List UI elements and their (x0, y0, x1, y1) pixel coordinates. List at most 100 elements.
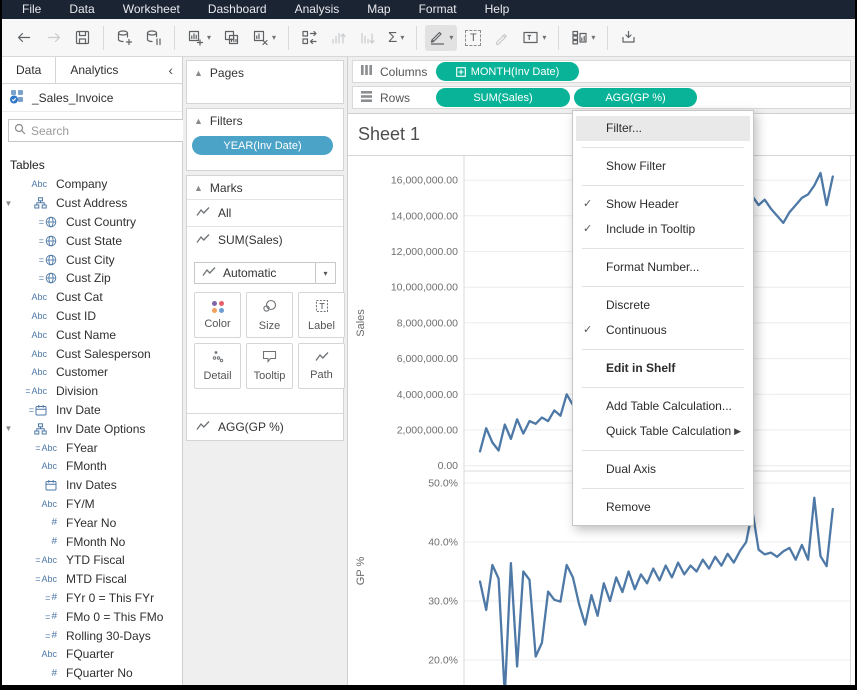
totals-icon[interactable]: Σ▾ (384, 25, 408, 51)
highlight-icon[interactable]: ▾ (425, 25, 457, 51)
context-menu-item-format-number[interactable]: Format Number... (576, 255, 750, 280)
field-customer[interactable]: AbcCustomer (2, 363, 182, 382)
path-button[interactable]: Path (298, 343, 345, 389)
field-cust-address[interactable]: ▼Cust Address (2, 194, 182, 213)
swap-rows-columns-icon[interactable] (297, 25, 322, 51)
context-menu-item-include-in-tooltip[interactable]: ✓Include in Tooltip (576, 217, 750, 242)
tab-analytics[interactable]: Analytics (56, 57, 132, 83)
collapse-pane-icon[interactable]: ‹ (159, 57, 182, 83)
field-label: Customer (56, 365, 108, 379)
field-cust-cat[interactable]: AbcCust Cat (2, 288, 182, 307)
collapse-hierarchy-icon[interactable]: ▼ (2, 424, 15, 433)
context-menu-item-add-table-calculation[interactable]: Add Table Calculation... (576, 394, 750, 419)
size-button[interactable]: Size (246, 292, 293, 338)
abc-field-icon: Abc (15, 311, 47, 321)
new-worksheet-icon[interactable]: ▾ (183, 25, 215, 51)
field-cust-state[interactable]: =Cust State (2, 231, 182, 250)
field-cust-id[interactable]: Abc Cust ID (2, 307, 182, 326)
show-mark-labels-icon[interactable]: T (461, 25, 485, 51)
sort-ascending-icon (326, 25, 351, 51)
context-menu-item-dual-axis[interactable]: Dual Axis (576, 457, 750, 482)
label-button[interactable]: Label (298, 292, 345, 338)
duplicate-sheet-icon[interactable] (219, 25, 244, 51)
collapse-card-icon[interactable]: ▲ (194, 116, 203, 126)
add-data-source-icon[interactable] (112, 25, 137, 51)
field-cust-city[interactable]: =Cust City (2, 250, 182, 269)
marks-layer-agg-gp[interactable]: AGG(GP %) (187, 413, 343, 440)
context-menu-item-quick-table-calculation[interactable]: Quick Table Calculation▶ (576, 419, 750, 444)
marks-layer-all[interactable]: All (187, 199, 343, 226)
field-inv-date[interactable]: =Inv Date (2, 401, 182, 420)
collapse-card-icon[interactable]: ▲ (194, 183, 203, 193)
menu-item-dashboard[interactable]: Dashboard (194, 0, 281, 19)
presentation-mode-icon[interactable] (616, 25, 641, 51)
context-menu-item-show-header[interactable]: ✓Show Header (576, 192, 750, 217)
field-cust-salesperson[interactable]: AbcCust Salesperson (2, 344, 182, 363)
tooltip-button[interactable]: Tooltip (246, 343, 293, 389)
field-label: Cust ID (56, 309, 96, 323)
search-input[interactable] (31, 124, 186, 138)
tab-data[interactable]: Data (2, 57, 56, 83)
menu-item-map[interactable]: Map (353, 0, 404, 19)
menu-item-format[interactable]: Format (405, 0, 471, 19)
gp-axis-title[interactable]: GP % (355, 557, 367, 586)
pause-auto-updates-icon[interactable] (141, 25, 166, 51)
columns-shelf[interactable]: Columns MONTH(Inv Date) (352, 60, 851, 83)
context-menu-item-edit-in-shelf[interactable]: Edit in Shelf (576, 356, 750, 381)
menu-item-worksheet[interactable]: Worksheet (109, 0, 194, 19)
context-menu-item-show-filter[interactable]: Show Filter (576, 154, 750, 179)
fit-view-icon[interactable]: ▾ (518, 25, 550, 51)
show-hide-cards-icon[interactable]: ▾ (567, 25, 599, 51)
pill-agg-gp[interactable]: AGG(GP %) (574, 88, 697, 107)
menu-item-file[interactable]: File (8, 0, 55, 19)
save-icon[interactable] (70, 25, 95, 51)
filter-pill-year-inv-date[interactable]: YEAR(Inv Date) (192, 136, 333, 155)
undo-icon[interactable] (12, 25, 37, 51)
field-ytd-fiscal[interactable]: =AbcYTD Fiscal (2, 551, 182, 570)
field-fyear[interactable]: =AbcFYear (2, 438, 182, 457)
number-field-icon: =# (25, 611, 57, 622)
field-fyr-0-this-fyr[interactable]: =#FYr 0 = This FYr (2, 589, 182, 608)
color-button-label: Color (204, 318, 230, 330)
menu-item-analysis[interactable]: Analysis (281, 0, 354, 19)
field-fyear-no[interactable]: #FYear No (2, 513, 182, 532)
tooltip-button-label: Tooltip (254, 370, 286, 382)
datasource-row[interactable]: _Sales_Invoice (2, 84, 182, 112)
abc-field-icon: Abc (15, 179, 47, 189)
pill-month-inv-date[interactable]: MONTH(Inv Date) (436, 62, 579, 81)
field-fmonth-no[interactable]: #FMonth No (2, 532, 182, 551)
field-inv-date-options[interactable]: ▼Inv Date Options (2, 419, 182, 438)
sales-axis-tick: 12,000,000.00 (391, 246, 458, 258)
field-cust-country[interactable]: =Cust Country (2, 213, 182, 232)
menu-item-data[interactable]: Data (55, 0, 108, 19)
collapse-hierarchy-icon[interactable]: ▼ (2, 199, 15, 208)
mark-type-dropdown[interactable]: Automatic ▾ (194, 262, 336, 284)
field-mtd-fiscal[interactable]: =AbcMTD Fiscal (2, 570, 182, 589)
field-cust-zip[interactable]: =Cust Zip (2, 269, 182, 288)
field-fmonth[interactable]: AbcFMonth (2, 457, 182, 476)
field-fmo-0-this-fmo[interactable]: =#FMo 0 = This FMo (2, 607, 182, 626)
mark-type-caret-icon[interactable]: ▾ (315, 263, 335, 283)
marks-layer-sum-sales[interactable]: SUM(Sales) (187, 226, 343, 253)
sales-axis-title[interactable]: Sales (355, 309, 367, 337)
field-fquarter-no[interactable]: #FQuarter No (2, 664, 182, 683)
context-menu-item-remove[interactable]: Remove (576, 495, 750, 520)
field-cust-name[interactable]: AbcCust Name (2, 325, 182, 344)
context-menu-item-continuous[interactable]: ✓Continuous (576, 318, 750, 343)
detail-button[interactable]: Detail (194, 343, 241, 389)
field-rolling-30-days[interactable]: =#Rolling 30-Days (2, 626, 182, 645)
field-inv-dates[interactable]: Inv Dates (2, 476, 182, 495)
sales-axis-tick: 6,000,000.00 (397, 353, 458, 365)
field-division[interactable]: =AbcDivision (2, 382, 182, 401)
rows-shelf[interactable]: Rows SUM(Sales) AGG(GP %) (352, 86, 851, 109)
field-fquarter[interactable]: AbcFQuarter (2, 645, 182, 664)
context-menu-item-filter[interactable]: Filter... (576, 116, 750, 141)
field-fy-m[interactable]: AbcFY/M (2, 495, 182, 514)
context-menu-item-discrete[interactable]: Discrete (576, 293, 750, 318)
color-button[interactable]: Color (194, 292, 241, 338)
field-company[interactable]: AbcCompany (2, 175, 182, 194)
clear-sheet-icon[interactable]: ▾ (248, 25, 280, 51)
pill-sum-sales[interactable]: SUM(Sales) (436, 88, 570, 107)
collapse-card-icon[interactable]: ▲ (194, 68, 203, 78)
menu-item-help[interactable]: Help (471, 0, 524, 19)
